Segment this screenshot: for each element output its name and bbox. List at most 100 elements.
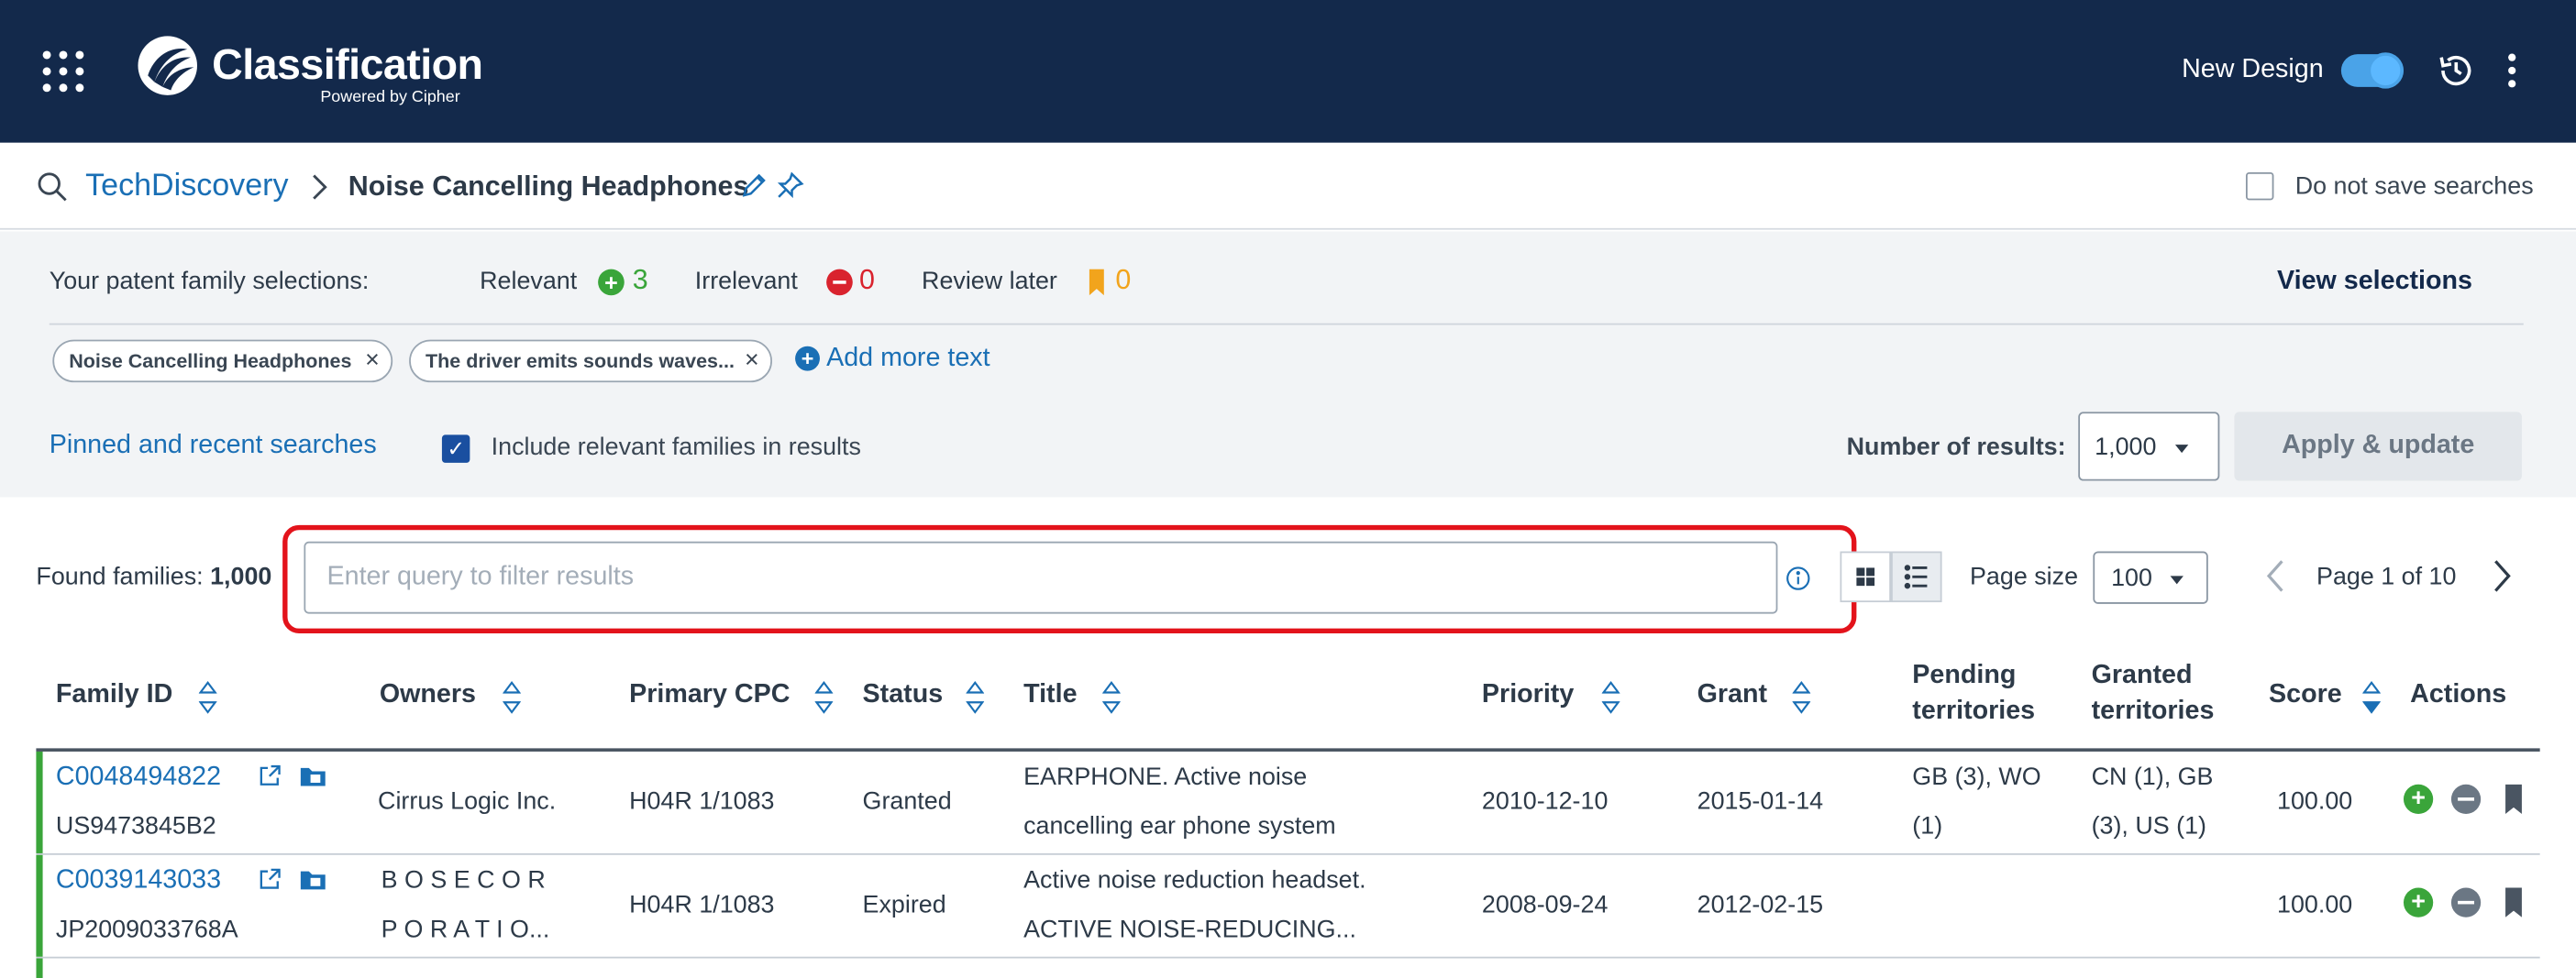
review-later-label: Review later xyxy=(922,267,1057,296)
sort-icon[interactable] xyxy=(814,677,834,717)
mark-irrelevant-icon[interactable] xyxy=(2450,887,2482,918)
mark-relevant-icon[interactable]: + xyxy=(2403,887,2434,918)
title-line2: ACTIVE NOISE-REDUCING... xyxy=(1023,915,1356,944)
do-not-save-checkbox[interactable] xyxy=(2245,171,2274,201)
pinned-searches-link[interactable]: Pinned and recent searches xyxy=(50,432,377,461)
bookmark-icon[interactable] xyxy=(2505,887,2522,918)
title-line2: cancelling ear phone system xyxy=(1023,812,1336,841)
page-indicator: Page 1 of 10 xyxy=(2316,563,2457,591)
sort-icon[interactable] xyxy=(1102,677,1121,717)
query-chip[interactable]: The driver emits sounds waves... × xyxy=(409,339,773,383)
header-status[interactable]: Status xyxy=(863,681,944,710)
page-size-select[interactable]: 100 xyxy=(2093,551,2208,604)
owner-line2: P O R A T I O... xyxy=(381,915,550,944)
folder-icon[interactable] xyxy=(299,868,326,891)
history-icon[interactable] xyxy=(2437,50,2476,90)
table-row-partial[interactable] xyxy=(36,958,2539,978)
table-row[interactable]: C0048494822 US9473845B2 Cirrus Logic Inc… xyxy=(36,751,2540,855)
header-title[interactable]: Title xyxy=(1023,681,1077,710)
divider xyxy=(49,323,2524,325)
add-circle-icon[interactable]: + xyxy=(795,346,820,371)
chevron-right-icon xyxy=(313,174,327,200)
title-line1: Active noise reduction headset. xyxy=(1023,866,1366,895)
irrelevant-count[interactable]: 0 xyxy=(859,264,875,297)
add-more-text-link[interactable]: Add more text xyxy=(826,345,989,374)
granted-territories-line2: (3), US (1) xyxy=(2091,812,2207,841)
close-icon[interactable]: × xyxy=(745,346,759,374)
header-pending-territories[interactable]: Pending territories xyxy=(1912,661,2035,727)
found-label: Found families: xyxy=(36,563,204,591)
relevant-count[interactable]: 3 xyxy=(633,264,648,297)
chevron-right-icon[interactable] xyxy=(2491,558,2514,594)
family-id-link[interactable]: C0039143033 xyxy=(56,855,221,906)
table-row[interactable]: C0039143033 JP2009033768A B O S E C O R … xyxy=(36,854,2540,959)
sort-desc-icon[interactable] xyxy=(2362,677,2381,717)
new-design-toggle[interactable] xyxy=(2340,52,2404,89)
caret-down-icon xyxy=(2174,445,2189,454)
status: Expired xyxy=(862,891,946,919)
header-granted-territories[interactable]: Granted territories xyxy=(2092,661,2215,727)
sort-icon[interactable] xyxy=(1792,677,1811,717)
header-pending-line1: Pending xyxy=(1912,661,2017,689)
include-relevant-checkbox[interactable]: ✓ xyxy=(441,434,470,463)
edit-pencil-icon[interactable] xyxy=(741,172,768,199)
sort-icon[interactable] xyxy=(966,677,985,717)
chip-label: The driver emits sounds waves... xyxy=(425,349,735,373)
irrelevant-label: Irrelevant xyxy=(694,267,798,296)
review-later-count[interactable]: 0 xyxy=(1115,264,1131,297)
number-of-results-label: Number of results: xyxy=(1846,433,2066,462)
sort-icon[interactable] xyxy=(198,677,217,717)
more-options-icon[interactable] xyxy=(2505,52,2518,88)
priority-date: 2010-12-10 xyxy=(1481,787,1609,816)
brand-subtitle: Powered by Cipher xyxy=(320,88,460,107)
grant-date: 2012-02-15 xyxy=(1697,891,1824,919)
bookmark-icon[interactable] xyxy=(2505,784,2522,814)
external-link-icon[interactable] xyxy=(258,866,282,891)
page-size-value: 100 xyxy=(2111,564,2152,593)
mark-relevant-icon[interactable]: + xyxy=(2403,784,2434,814)
header-grant[interactable]: Grant xyxy=(1697,681,1767,710)
grid-view-icon xyxy=(1856,567,1875,587)
number-of-results-select[interactable]: 1,000 xyxy=(2078,412,2220,481)
pending-territories-line2: (1) xyxy=(1912,812,1943,841)
top-bar: Classification Powered by Cipher New Des… xyxy=(0,0,2576,143)
new-design-label: New Design xyxy=(2182,55,2324,84)
close-icon[interactable]: × xyxy=(365,346,380,374)
query-chip[interactable]: Noise Cancelling Headphones × xyxy=(52,339,393,383)
info-icon[interactable] xyxy=(1786,566,1810,591)
relevant-accent xyxy=(36,751,43,853)
external-link-icon[interactable] xyxy=(258,763,282,787)
family-id-link[interactable]: C0048494822 xyxy=(56,752,221,802)
view-selections-button[interactable]: View selections xyxy=(2277,268,2472,297)
header-actions: Actions xyxy=(2410,680,2507,709)
grid-view-button[interactable] xyxy=(1840,551,1892,603)
score: 100.00 xyxy=(2277,787,2353,816)
header-family-id[interactable]: Family ID xyxy=(56,681,172,710)
header-primary-cpc[interactable]: Primary CPC xyxy=(629,681,790,710)
app-grid-icon[interactable] xyxy=(42,50,86,93)
header-granted-line2: territories xyxy=(2091,697,2215,726)
page-size-label: Page size xyxy=(1970,563,2079,591)
header-granted-line1: Granted xyxy=(2091,661,2193,689)
relevant-label: Relevant xyxy=(480,267,578,296)
priority-date: 2008-09-24 xyxy=(1481,891,1609,919)
number-of-results-value: 1,000 xyxy=(2095,433,2157,462)
sort-icon[interactable] xyxy=(503,677,521,717)
pin-icon[interactable] xyxy=(776,170,805,200)
found-families: Found families: 1,000 xyxy=(36,563,271,590)
apply-update-button[interactable]: Apply & update xyxy=(2234,412,2522,481)
mark-irrelevant-icon[interactable] xyxy=(2450,784,2482,814)
header-owners[interactable]: Owners xyxy=(380,681,476,710)
header-score[interactable]: Score xyxy=(2269,681,2342,710)
publication-number: US9473845B2 xyxy=(55,812,216,841)
publication-number: JP2009033768A xyxy=(55,915,238,944)
header-priority[interactable]: Priority xyxy=(1482,681,1574,710)
breadcrumb-root-link[interactable]: TechDiscovery xyxy=(85,169,288,204)
selections-label: Your patent family selections: xyxy=(49,267,370,296)
chevron-left-icon[interactable] xyxy=(2264,558,2287,594)
brand-title: Classification xyxy=(212,38,483,89)
list-view-button[interactable] xyxy=(1891,551,1942,603)
sort-icon[interactable] xyxy=(1601,677,1620,717)
bookmark-icon xyxy=(1089,269,1104,296)
folder-icon[interactable] xyxy=(299,764,326,787)
